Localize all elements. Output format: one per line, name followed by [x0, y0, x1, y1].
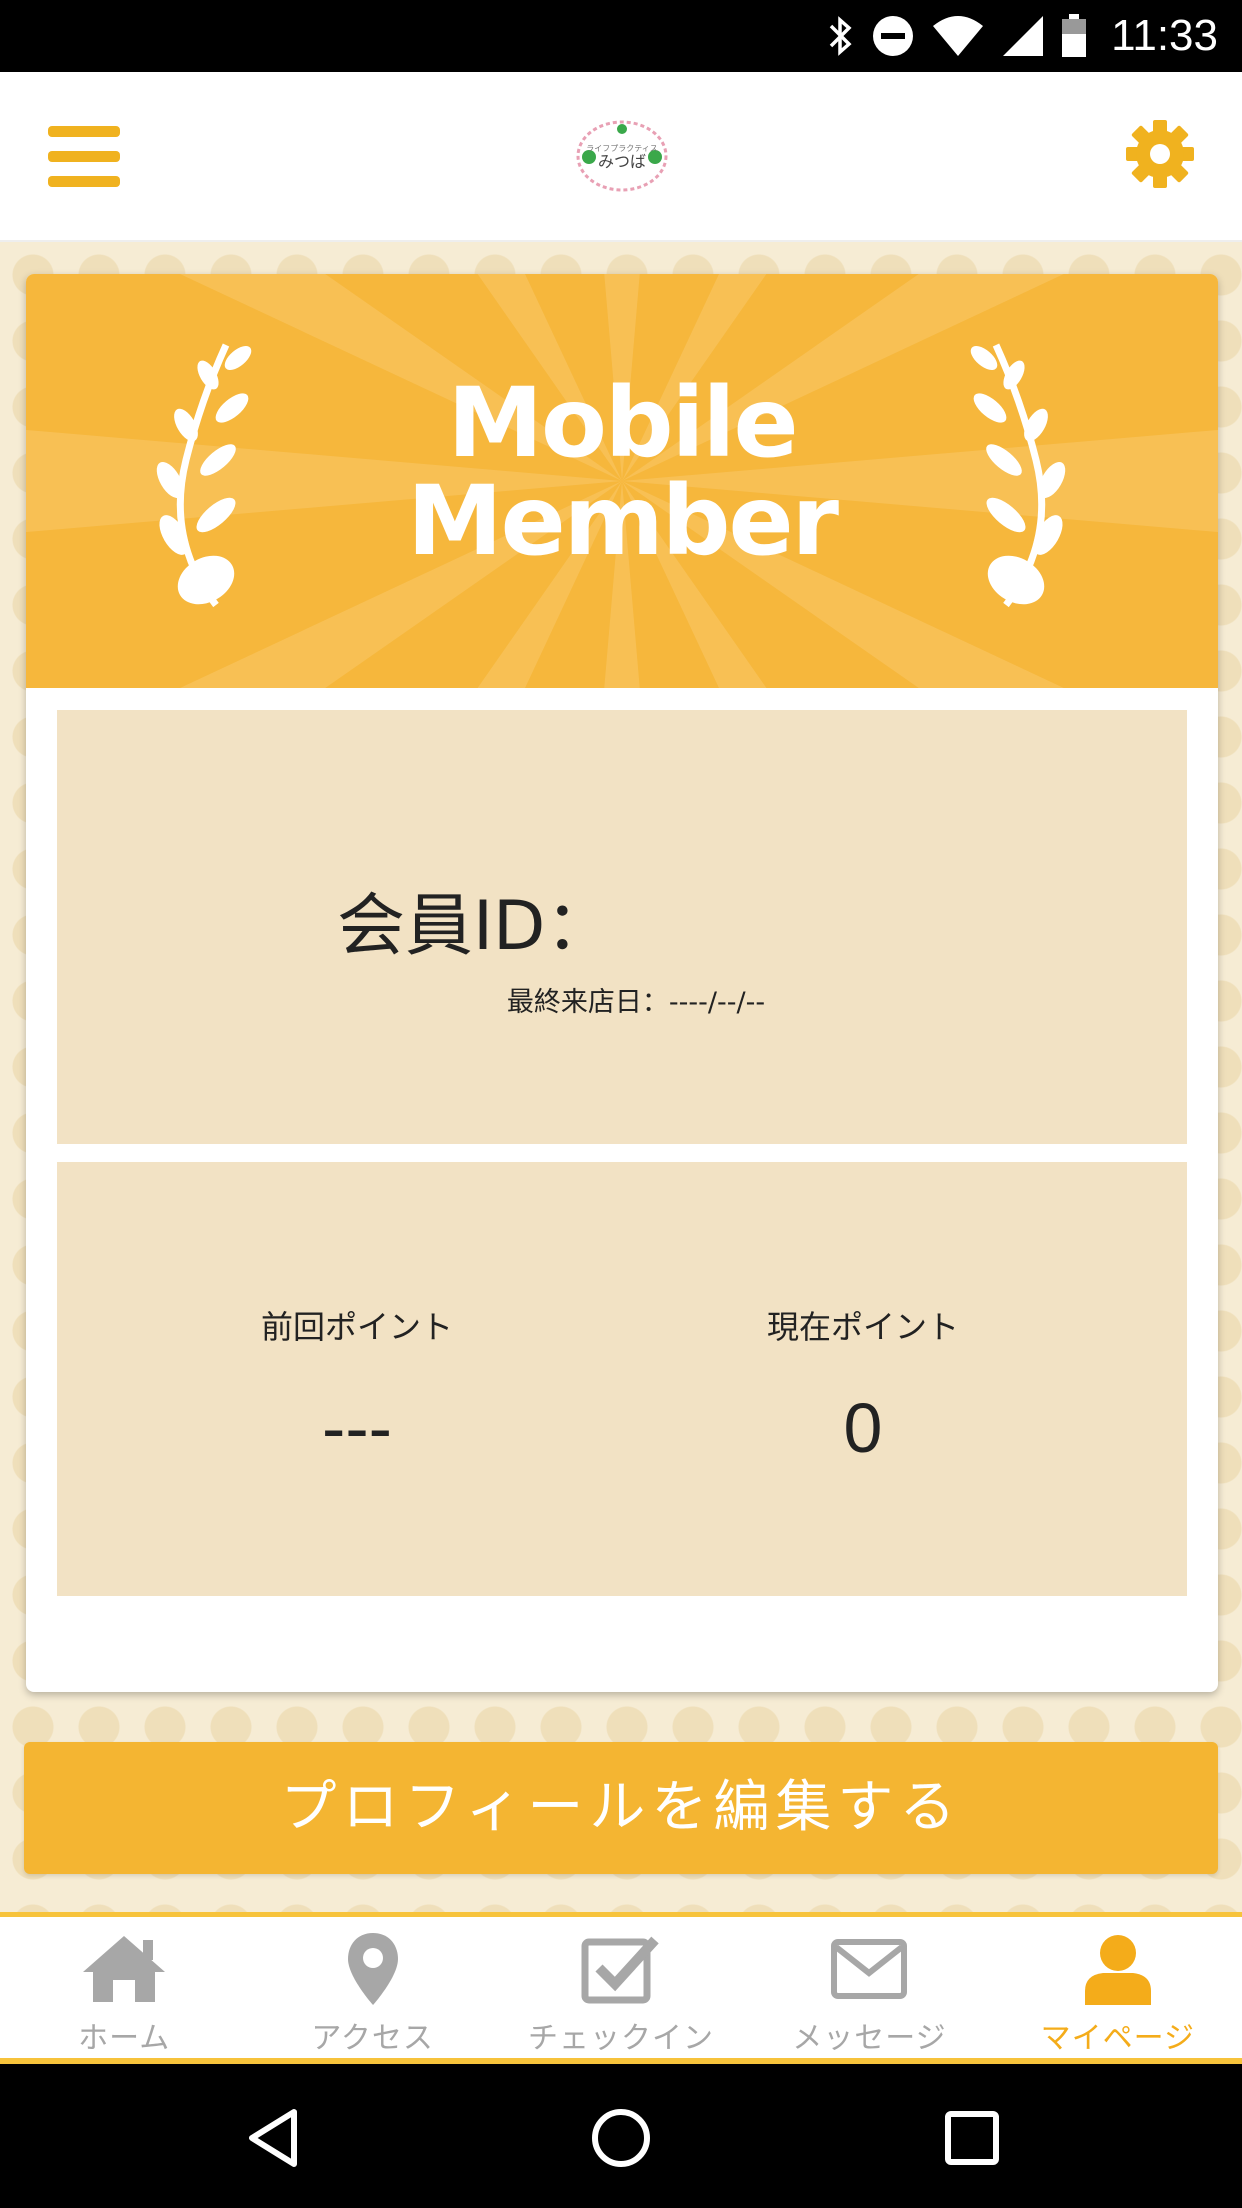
- nav-item-mypage[interactable]: マイページ: [994, 1917, 1242, 2058]
- status-bar: 11:33: [0, 0, 1242, 72]
- user-icon: [1073, 1929, 1163, 2009]
- previous-points-label: 前回ポイント: [260, 1308, 453, 1346]
- envelope-icon: [824, 1929, 914, 2009]
- back-icon[interactable]: [244, 2106, 308, 2170]
- last-visit-label: 最終来店日：: [506, 987, 669, 1018]
- member-card: Mobile Member 会員ID： 最終来店日：----/--/-- 前回ポ…: [26, 274, 1218, 1692]
- nav-item-home[interactable]: ホーム: [0, 1917, 248, 2058]
- hamburger-menu-icon[interactable]: [48, 126, 120, 188]
- status-icons: 11:33: [825, 0, 1218, 72]
- points-panel: 前回ポイント --- 現在ポイント 0: [57, 1162, 1187, 1596]
- member-info-panel: 会員ID： 最終来店日：----/--/--: [57, 710, 1187, 1144]
- bluetooth-icon: [829, 16, 852, 56]
- last-visit-value: ----/--/--: [668, 987, 766, 1018]
- banner-title: Mobile Member: [26, 374, 1218, 570]
- nav-item-access[interactable]: アクセス: [248, 1917, 496, 2058]
- last-visit: 最終来店日：----/--/--: [57, 980, 1187, 1019]
- nav-item-message[interactable]: メッセージ: [745, 1917, 993, 2058]
- wifi-icon: [933, 16, 984, 56]
- previous-points: 前回ポイント ---: [157, 1302, 557, 1468]
- nav-label-checkin: チェックイン: [528, 2021, 715, 2056]
- nav-label-mypage: マイページ: [1040, 2021, 1196, 2056]
- nav-item-checkin[interactable]: チェックイン: [497, 1917, 745, 2058]
- current-points: 現在ポイント 0: [663, 1302, 1063, 1468]
- do-not-disturb-icon: [873, 16, 914, 56]
- app-header: ライフプラクティス みつば: [0, 72, 1242, 242]
- clock: 11:33: [1111, 11, 1218, 60]
- member-id-label: 会員ID：: [337, 887, 614, 966]
- logo: ライフプラクティス みつば: [575, 117, 669, 195]
- banner-title-line1: Mobile: [447, 367, 798, 479]
- current-points-value: 0: [843, 1389, 883, 1467]
- nav-label-access: アクセス: [311, 2021, 434, 2056]
- home-circle-icon[interactable]: [589, 2106, 653, 2170]
- system-nav-bar: [0, 2064, 1242, 2208]
- member-banner: Mobile Member: [26, 274, 1218, 688]
- checkin-icon: [576, 1929, 666, 2009]
- nav-label-home: ホーム: [78, 2021, 171, 2056]
- edit-profile-button[interactable]: プロフィールを編集する: [24, 1742, 1218, 1874]
- member-id: 会員ID：: [337, 870, 613, 969]
- nav-label-message: メッセージ: [792, 2021, 947, 2056]
- map-pin-icon: [328, 1929, 418, 2009]
- logo-text: みつば: [598, 152, 646, 171]
- battery-icon: [1062, 14, 1087, 57]
- gear-icon[interactable]: [1124, 118, 1196, 190]
- banner-title-line2: Member: [407, 465, 839, 577]
- bottom-nav: ホーム アクセス チェックイン メッセージ マイページ: [0, 1912, 1242, 2064]
- recents-icon[interactable]: [940, 2106, 1004, 2170]
- previous-points-value: ---: [322, 1389, 392, 1467]
- current-points-label: 現在ポイント: [766, 1308, 959, 1346]
- home-icon: [79, 1929, 169, 2009]
- cell-signal-icon: [1003, 16, 1044, 56]
